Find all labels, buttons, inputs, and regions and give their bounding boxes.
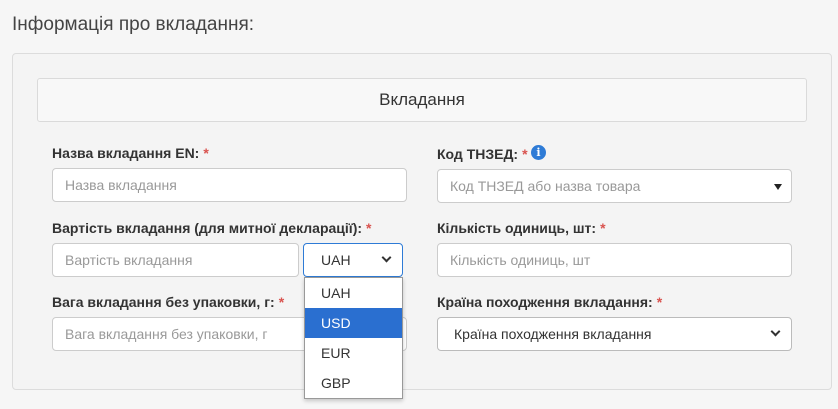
name-en-label-text: Назва вкладання EN: <box>52 145 200 161</box>
origin-select[interactable]: Країна походження вкладання <box>437 317 792 351</box>
currency-dropdown-list: UAH USD EUR GBP <box>304 277 403 399</box>
origin-selected-value: Країна походження вкладання <box>454 326 652 342</box>
origin-label-text: Країна походження вкладання: <box>437 294 653 310</box>
caret-down-icon <box>774 184 782 190</box>
chevron-down-icon <box>381 252 392 263</box>
name-en-label: Назва вкладання EN: * <box>52 145 209 161</box>
hs-code-placeholder: Код ТНЗЕД або назва товара <box>450 178 641 194</box>
hs-code-label-text: Код ТНЗЕД: <box>437 146 519 162</box>
currency-option-gbp[interactable]: GBP <box>305 368 402 398</box>
value-label-text: Вартість вкладання (для митної деклараці… <box>52 220 363 236</box>
weight-label: Вага вкладання без упаковки, г: * <box>52 294 284 310</box>
currency-option-uah[interactable]: UAH <box>305 278 402 308</box>
info-icon[interactable]: i <box>531 145 546 160</box>
name-en-input[interactable]: Назва вкладання <box>52 168 407 202</box>
required-marker: * <box>600 220 606 236</box>
required-marker: * <box>522 146 528 162</box>
quantity-label: Кількість одиниць, шт: * <box>437 220 606 236</box>
origin-label: Країна походження вкладання: * <box>437 294 662 310</box>
page-title: Інформація про вкладання: <box>12 14 255 35</box>
currency-selected-value: UAH <box>321 252 351 268</box>
quantity-input[interactable]: Кількість одиниць, шт <box>437 243 792 277</box>
currency-select[interactable]: UAH <box>303 243 403 277</box>
quantity-label-text: Кількість одиниць, шт: <box>437 220 597 236</box>
required-marker: * <box>278 294 285 310</box>
hs-code-label: Код ТНЗЕД: * <box>437 146 528 162</box>
section-header: Вкладання <box>37 78 807 122</box>
chevron-down-icon <box>770 326 781 337</box>
required-marker: * <box>366 220 372 236</box>
required-marker: * <box>656 294 663 310</box>
value-label: Вартість вкладання (для митної деклараці… <box>52 220 372 236</box>
hs-code-select[interactable]: Код ТНЗЕД або назва товара <box>437 169 792 203</box>
currency-option-usd[interactable]: USD <box>305 308 402 338</box>
currency-option-eur[interactable]: EUR <box>305 338 402 368</box>
value-input[interactable]: Вартість вкладання <box>52 243 299 277</box>
weight-label-text: Вага вкладання без упаковки, г: <box>52 294 275 310</box>
required-marker: * <box>203 145 209 161</box>
